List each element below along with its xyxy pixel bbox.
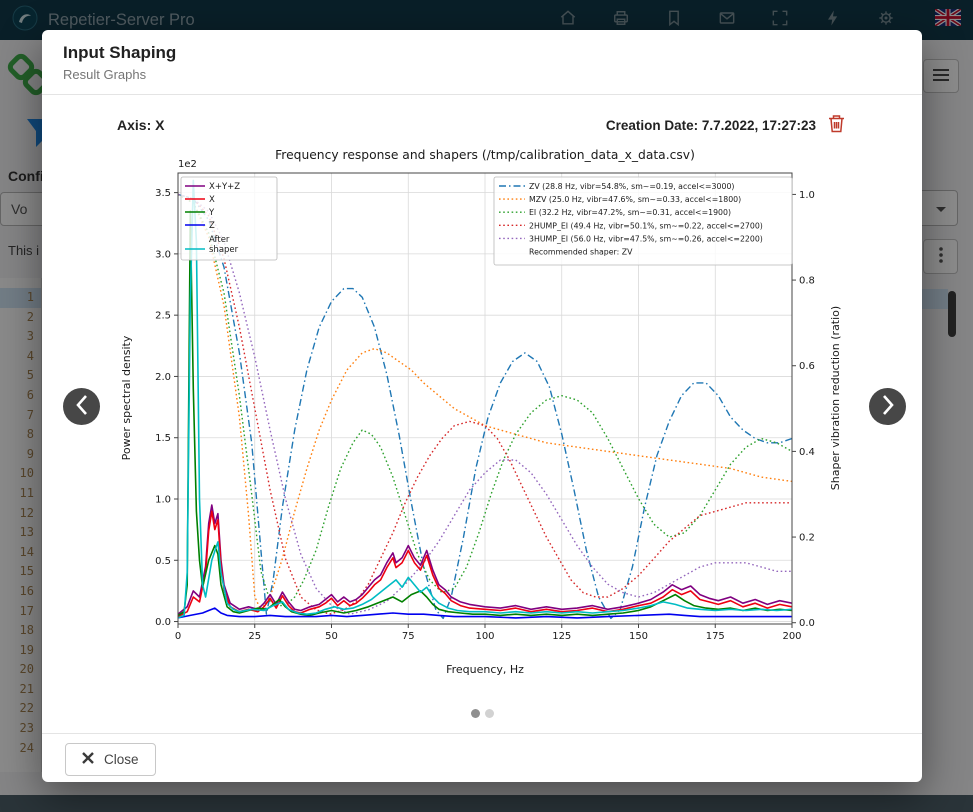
result-graph: 0 25 50 75 100 125 150 175 200 0.0 0.5 1.0 1.5 2.0 2.5… [115,142,852,694]
dialog-subtitle: Result Graphs [63,67,901,82]
svg-text:125: 125 [552,631,571,642]
svg-text:After: After [209,235,230,245]
svg-text:1.5: 1.5 [155,433,171,444]
svg-text:0.5: 0.5 [155,556,171,567]
svg-text:X+Y+Z: X+Y+Z [209,182,240,192]
svg-text:3.0: 3.0 [155,249,171,260]
svg-text:Recommended shaper: ZV: Recommended shaper: ZV [529,248,633,257]
carousel-dot[interactable] [471,709,480,718]
svg-text:Y: Y [208,208,215,218]
svg-text:1.0: 1.0 [155,494,171,505]
dialog-header: Input Shaping Result Graphs [42,30,922,95]
svg-text:3.5: 3.5 [155,188,171,199]
svg-text:0.0: 0.0 [799,618,815,629]
svg-text:ZV (28.8 Hz, vibr=54.8%, sm~=0: ZV (28.8 Hz, vibr=54.8%, sm~=0.19, accel… [529,182,734,191]
chevron-left-icon [75,394,89,419]
svg-text:0.8: 0.8 [799,276,815,287]
svg-text:MZV (25.0 Hz, vibr=47.6%, sm~=: MZV (25.0 Hz, vibr=47.6%, sm~=0.33, acce… [529,195,741,204]
trash-icon [828,114,845,136]
svg-text:150: 150 [629,631,648,642]
svg-text:2.0: 2.0 [155,372,171,383]
carousel-dots [42,709,922,718]
carousel-dot[interactable] [485,709,494,718]
input-shaping-dialog: Input Shaping Result Graphs Axis: X Crea… [42,30,922,782]
chevron-right-icon [881,394,895,419]
svg-text:50: 50 [325,631,338,642]
delete-graph-button[interactable] [828,114,845,136]
svg-text:1.0: 1.0 [799,190,815,201]
svg-text:100: 100 [475,631,494,642]
svg-text:25: 25 [248,631,261,642]
svg-text:175: 175 [706,631,725,642]
axis-label: Axis: X [117,117,164,133]
screen: Repetier-Server Pro Confi Vo This i [0,0,973,812]
svg-text:200: 200 [782,631,801,642]
dialog-title: Input Shaping [63,43,901,63]
svg-text:Frequency, Hz: Frequency, Hz [446,663,524,676]
carousel-next-button[interactable] [869,388,906,425]
svg-text:0.4: 0.4 [799,447,815,458]
svg-text:Z: Z [209,221,215,231]
carousel-prev-button[interactable] [63,388,100,425]
close-icon [82,752,94,767]
close-button[interactable]: Close [65,743,156,776]
svg-text:0.2: 0.2 [799,533,815,544]
graph-meta-row: Axis: X Creation Date: 7.7.2022, 17:27:2… [117,114,845,136]
svg-text:Shaper vibration reduction (ra: Shaper vibration reduction (ratio) [829,306,842,490]
svg-text:75: 75 [402,631,415,642]
svg-text:Frequency response and shapers: Frequency response and shapers (/tmp/cal… [275,148,695,162]
svg-text:0: 0 [175,631,181,642]
svg-text:EI (32.2 Hz, vibr=47.2%, sm~=0: EI (32.2 Hz, vibr=47.2%, sm~=0.31, accel… [529,208,731,217]
svg-text:2.5: 2.5 [155,311,171,322]
svg-text:X: X [209,195,215,205]
svg-text:3HUMP_EI (56.0 Hz, vibr=47.5%,: 3HUMP_EI (56.0 Hz, vibr=47.5%, sm~=0.26,… [529,234,763,243]
frequency-response-chart: 0 25 50 75 100 125 150 175 200 0.0 0.5 1.0 1.5 2.0 2.5… [115,142,852,694]
svg-text:Power spectral density: Power spectral density [120,335,133,460]
svg-text:1e2: 1e2 [178,159,197,170]
svg-text:0.6: 0.6 [799,361,815,372]
dialog-footer: Close [42,733,922,782]
svg-text:shaper: shaper [209,245,239,255]
svg-text:2HUMP_EI (49.4 Hz, vibr=50.1%,: 2HUMP_EI (49.4 Hz, vibr=50.1%, sm~=0.22,… [529,221,763,230]
creation-date-label: Creation Date: 7.7.2022, 17:27:23 [606,118,816,133]
svg-text:0.0: 0.0 [155,617,171,628]
close-button-label: Close [104,752,139,767]
